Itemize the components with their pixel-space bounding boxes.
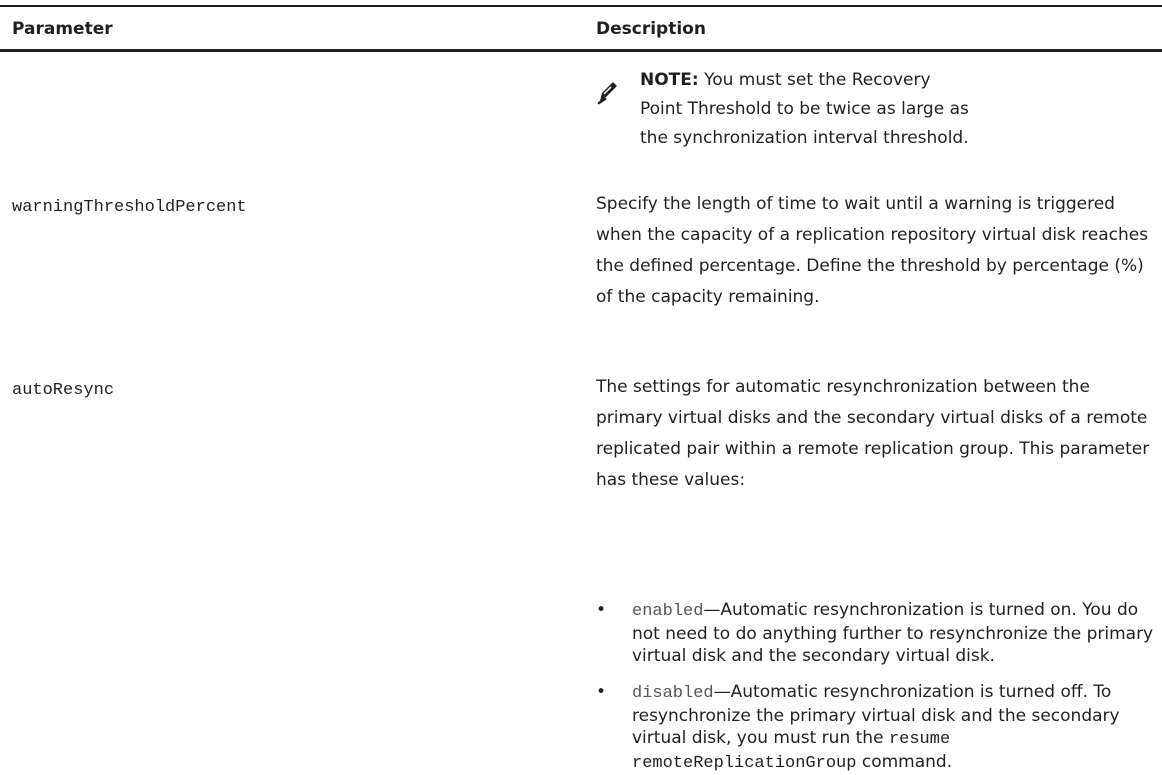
column-header-parameter: Parameter bbox=[12, 19, 113, 39]
value-disabled-text: disabled—Automatic resynchronization is … bbox=[632, 681, 1160, 775]
table-header-rule bbox=[0, 49, 1162, 52]
keyword-enabled: enabled bbox=[632, 602, 704, 621]
param-warning-threshold-percent: warningThresholdPercent bbox=[12, 198, 247, 217]
keyword-disabled: disabled bbox=[632, 684, 714, 703]
value-enabled-description: —Automatic resynchronization is turned o… bbox=[632, 600, 1154, 666]
param-auto-resync: autoResync bbox=[12, 381, 115, 400]
note-label: NOTE: bbox=[640, 70, 699, 90]
bullet-dot: • bbox=[596, 600, 607, 620]
column-header-description: Description bbox=[596, 19, 706, 39]
value-enabled-text: enabled—Automatic resynchronization is t… bbox=[632, 599, 1160, 667]
table-top-rule bbox=[0, 5, 1162, 7]
note-text: NOTE: You must set the Recovery Point Th… bbox=[640, 66, 970, 153]
description-warning-threshold-percent: Specify the length of time to wait until… bbox=[596, 194, 1149, 307]
value-disabled-description-end: command. bbox=[856, 752, 953, 772]
bullet-dot: • bbox=[596, 682, 607, 702]
description-auto-resync: The settings for automatic resynchroniza… bbox=[596, 377, 1150, 490]
pencil-note-icon bbox=[597, 82, 617, 105]
